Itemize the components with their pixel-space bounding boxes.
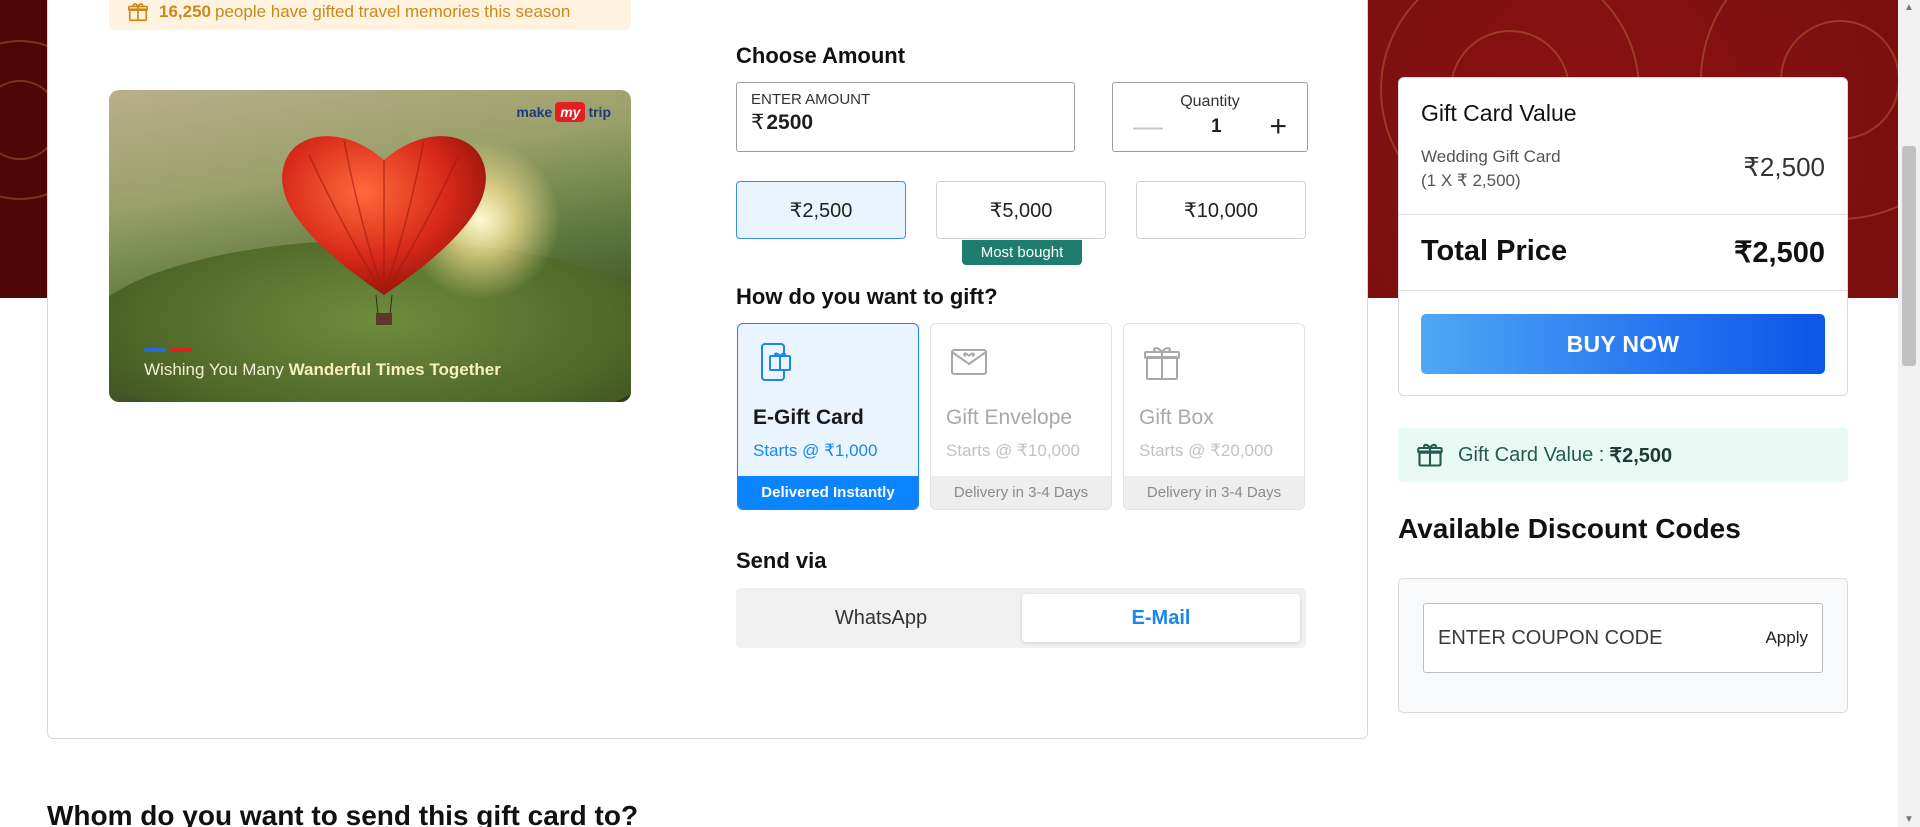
gift-option-price: Starts @ ₹1,000	[753, 441, 878, 460]
banner-text: people have gifted travel memories this …	[215, 2, 571, 21]
gift-option-gift-box[interactable]: Gift Box Starts @ ₹20,000 Delivery in 3-…	[1123, 323, 1305, 510]
quantity-value: 1	[1210, 116, 1222, 137]
amount-input[interactable]: ENTER AMOUNT ₹2500	[736, 82, 1075, 152]
recipient-heading: Whom do you want to send this gift card …	[47, 800, 639, 827]
gift-option-title: Gift Box	[1139, 406, 1214, 429]
coupon-code-input[interactable]: ENTER COUPON CODE Apply	[1423, 603, 1823, 673]
gcv-value: ₹2,500	[1609, 444, 1673, 467]
line-item: Wedding Gift Card (1 X ₹ 2,500)	[1421, 145, 1561, 193]
scroll-down-icon[interactable]: ▼	[1904, 814, 1914, 825]
scroll-up-icon[interactable]: ▲	[1904, 2, 1914, 13]
divider	[1399, 214, 1847, 215]
gift-box-icon	[1144, 347, 1180, 380]
increment-button[interactable]: +	[1269, 112, 1287, 142]
coupon-card: ENTER COUPON CODE Apply	[1398, 578, 1848, 713]
send-via-toggle: WhatsApp E-Mail	[736, 588, 1306, 648]
send-via-whatsapp[interactable]: WhatsApp	[742, 594, 1020, 642]
phone-gift-icon	[761, 343, 791, 381]
gift-option-delivery: Delivery in 3-4 Days	[931, 476, 1111, 509]
social-proof-banner: 16,250 people have gifted travel memorie…	[109, 0, 631, 30]
amount-value[interactable]: 2500	[766, 111, 813, 134]
total-price-value: ₹2,500	[1733, 237, 1825, 269]
buy-now-button[interactable]: BUY NOW	[1421, 314, 1825, 374]
choose-amount-heading: Choose Amount	[736, 43, 906, 68]
gift-option-e-gift-card[interactable]: E-Gift Card Starts @ ₹1,000 Delivered In…	[737, 323, 919, 510]
currency-symbol: ₹	[751, 111, 765, 134]
preset-amount-5000[interactable]: ₹5,000	[936, 181, 1106, 239]
gift-card-value-heading: Gift Card Value	[1421, 100, 1577, 126]
gift-card-value-strip: Gift Card Value : ₹2,500	[1398, 428, 1848, 482]
coupon-placeholder: ENTER COUPON CODE	[1438, 626, 1663, 649]
page-scrollbar[interactable]: ▲ ▼	[1898, 0, 1920, 827]
scroll-thumb[interactable]	[1902, 146, 1916, 366]
gift-card-caption: Wishing You Many Wanderful Times Togethe…	[144, 360, 501, 379]
divider	[1399, 290, 1847, 291]
line-item-detail: (1 X ₹ 2,500)	[1421, 171, 1521, 190]
gift-option-price: Starts @ ₹10,000	[946, 441, 1080, 460]
send-via-heading: Send via	[736, 548, 827, 573]
quantity-stepper: Quantity — 1 +	[1112, 82, 1308, 152]
quantity-label: Quantity	[1180, 93, 1240, 110]
gift-option-title: E-Gift Card	[753, 406, 864, 429]
apply-coupon-button[interactable]: Apply	[1765, 628, 1808, 648]
amount-label: ENTER AMOUNT	[751, 91, 871, 108]
gift-method-heading: How do you want to gift?	[736, 284, 998, 309]
gcv-label: Gift Card Value :	[1458, 443, 1605, 466]
gift-option-price: Starts @ ₹20,000	[1139, 441, 1273, 460]
total-price-label: Total Price	[1421, 235, 1568, 267]
preset-amount-10000[interactable]: ₹10,000	[1136, 181, 1306, 239]
gift-icon	[1417, 443, 1443, 467]
decrement-button[interactable]: —	[1133, 112, 1163, 142]
envelope-icon	[951, 349, 987, 375]
send-via-email[interactable]: E-Mail	[1022, 594, 1300, 642]
gift-icon	[128, 3, 148, 22]
hot-air-balloon-icon	[282, 136, 486, 325]
makemytrip-logo: make my trip	[516, 102, 611, 122]
gift-option-title: Gift Envelope	[946, 406, 1073, 429]
gift-card-image: make my trip Wishing You Many Wanderful …	[109, 90, 631, 402]
carousel-dots	[144, 348, 192, 352]
gift-option-delivery: Delivered Instantly	[738, 476, 918, 509]
preset-amount-2500[interactable]: ₹2,500	[736, 181, 906, 239]
gift-option-gift-envelope[interactable]: Gift Envelope Starts @ ₹10,000 Delivery …	[930, 323, 1112, 510]
discount-codes-heading: Available Discount Codes	[1398, 513, 1741, 544]
gifter-count: 16,250	[159, 2, 211, 21]
line-item-value: ₹2,500	[1743, 152, 1825, 182]
most-bought-badge: Most bought	[962, 240, 1082, 265]
price-summary-card: Gift Card Value Wedding Gift Card (1 X ₹…	[1398, 77, 1848, 396]
gift-option-delivery: Delivery in 3-4 Days	[1124, 476, 1304, 509]
line-item-name: Wedding Gift Card	[1421, 147, 1561, 166]
